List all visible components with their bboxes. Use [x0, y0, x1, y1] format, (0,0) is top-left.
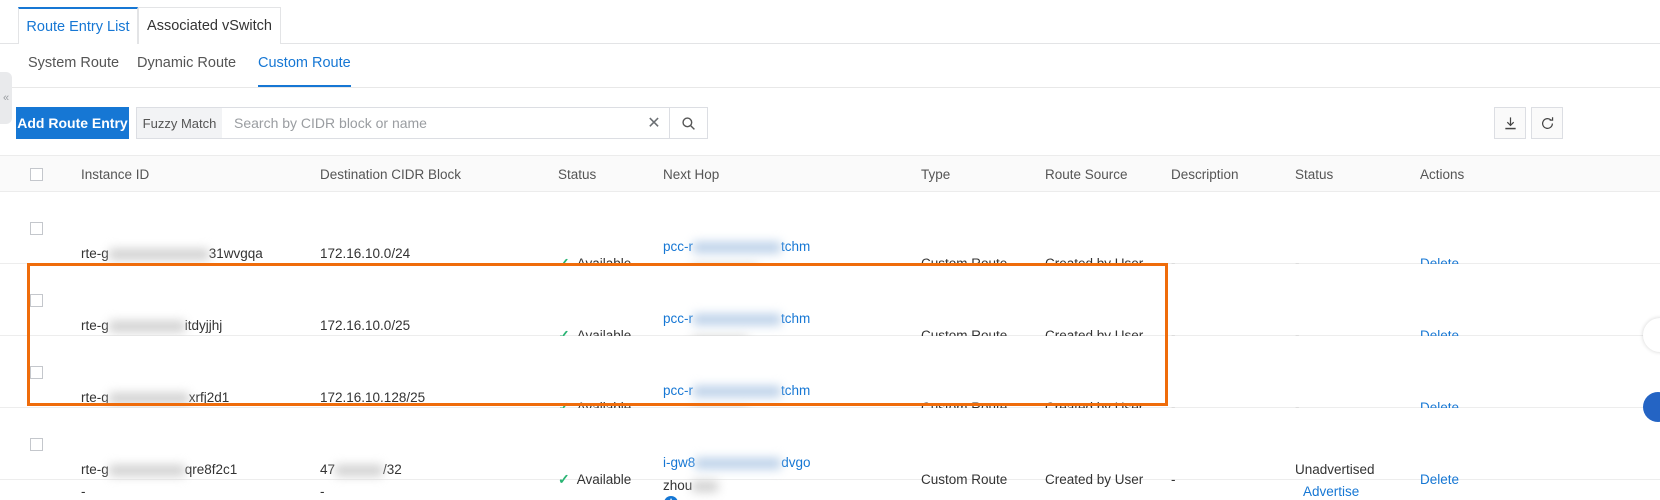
- instance-id-prefix: rte-g: [81, 462, 109, 477]
- next-hop-suffix: tchm: [781, 383, 811, 398]
- next-hop-prefix: pcc-r: [663, 311, 693, 326]
- redacted-text: [108, 464, 185, 476]
- search-box: Fuzzy Match ✕: [136, 107, 708, 139]
- cell-advert-status: Unadvertised: [1295, 462, 1375, 477]
- cell-cidr: 172.16.10.0/25: [320, 318, 411, 333]
- table-row[interactable]: rte-g31wvgqa t 172.16.10.0/24 to ✓ Avail…: [0, 192, 1660, 294]
- advertise-link[interactable]: Advertise: [1303, 483, 1359, 500]
- redacted-text: [108, 392, 189, 404]
- col-type: Type: [921, 167, 951, 182]
- check-icon: ✓: [558, 471, 570, 487]
- cell-route-source: Created by User: [1045, 472, 1144, 487]
- cell-next-hop-link[interactable]: pcc-r tchm: [663, 238, 810, 255]
- table-row[interactable]: rte-gitdyjjhj - 172.16.10.0/25 - ✓ Avail…: [0, 264, 1660, 366]
- table-row[interactable]: rte-g qre8f2c1 - 47/32 - ✓ Available i-gw…: [0, 408, 1660, 500]
- add-route-entry-button[interactable]: Add Route Entry: [16, 107, 129, 139]
- status-text: Available: [576, 472, 632, 487]
- redacted-text: [692, 480, 719, 492]
- col-instance-id: Instance ID: [81, 167, 150, 182]
- col-next-hop: Next Hop: [663, 167, 720, 182]
- select-all-checkbox[interactable]: [30, 168, 43, 181]
- delete-link[interactable]: Delete: [1420, 471, 1459, 488]
- cell-status: ✓ Available: [558, 471, 631, 488]
- next-hop-suffix: tchm: [781, 311, 811, 326]
- col-destination-cidr: Destination CIDR Block: [320, 167, 462, 182]
- redacted-text: [695, 457, 782, 469]
- redacted-text: [335, 464, 384, 476]
- cell-instance-id-line2: -: [81, 484, 86, 499]
- row-checkbox[interactable]: [30, 294, 43, 307]
- subtab-label: System Route: [28, 55, 120, 71]
- next-hop-line2: zhou: [663, 478, 693, 493]
- chevron-left-icon: «: [2, 92, 10, 104]
- sidebar-collapse-handle[interactable]: «: [0, 72, 12, 124]
- clear-icon[interactable]: ✕: [639, 108, 669, 138]
- info-icon[interactable]: i: [664, 496, 678, 500]
- cidr-suffix: /32: [383, 462, 402, 477]
- subtab-system-route[interactable]: System Route: [28, 55, 119, 87]
- next-hop-prefix: i-gw8: [663, 455, 696, 470]
- cell-instance-id: rte-g xrfj2d1: [81, 389, 229, 406]
- instance-id-suffix: itdyjjhj: [184, 318, 223, 333]
- row-checkbox[interactable]: [30, 366, 43, 379]
- cell-next-hop-name: zhou: [663, 477, 719, 494]
- instance-id-suffix: xrfj2d1: [188, 390, 230, 405]
- subtab-dynamic-route[interactable]: Dynamic Route: [137, 55, 236, 87]
- table-toolbar: Add Route Entry Fuzzy Match ✕: [0, 89, 1660, 154]
- tab-label: Route Entry List: [26, 18, 130, 35]
- instance-id-prefix: rte-g: [81, 318, 109, 333]
- fuzzy-match-label: Fuzzy Match: [142, 115, 217, 131]
- subtab-label: Dynamic Route: [137, 55, 237, 71]
- route-table-page: Route Entry List Associated vSwitch Syst…: [0, 0, 1660, 500]
- cell-instance-id: rte-g itdyjjhj: [81, 317, 222, 334]
- next-hop-prefix: pcc-r: [663, 239, 693, 254]
- download-icon[interactable]: [1494, 107, 1526, 139]
- search-icon[interactable]: [669, 108, 707, 138]
- instance-id-suffix: qre8f2c1: [184, 462, 238, 477]
- route-entry-table: Instance ID Destination CIDR Block Statu…: [0, 155, 1660, 500]
- row-checkbox[interactable]: [30, 438, 43, 451]
- redacted-text: [693, 241, 781, 253]
- secondary-tab-bar: System Route Dynamic Route Custom Route: [0, 45, 1660, 88]
- cell-next-hop-link[interactable]: pcc-r tchm: [663, 310, 810, 327]
- tab-route-entry-list[interactable]: Route Entry List: [18, 7, 138, 44]
- primary-tab-bar: Route Entry List Associated vSwitch: [0, 0, 1660, 44]
- next-hop-suffix: dvgo: [781, 455, 811, 470]
- search-input[interactable]: [222, 108, 639, 138]
- redacted-text: [693, 385, 781, 397]
- refresh-icon[interactable]: [1531, 107, 1563, 139]
- col-advert-status: Status: [1295, 167, 1334, 182]
- col-actions: Actions: [1420, 167, 1465, 182]
- cell-cidr: 172.16.10.128/25: [320, 390, 426, 405]
- tab-label: Associated vSwitch: [147, 18, 272, 34]
- redacted-text: [108, 248, 209, 260]
- redacted-text: [108, 320, 185, 332]
- subtab-custom-route[interactable]: Custom Route: [258, 55, 351, 87]
- next-hop-prefix: pcc-r: [663, 383, 693, 398]
- instance-id-prefix: rte-g: [81, 390, 109, 405]
- subtab-label: Custom Route: [258, 55, 351, 71]
- cell-instance-id: rte-g 31wvgqa: [81, 245, 263, 262]
- cell-next-hop-link[interactable]: i-gw8 dvgo: [663, 454, 811, 471]
- cell-type: Custom Route: [921, 472, 1008, 487]
- cell-next-hop-link[interactable]: pcc-r tchm: [663, 382, 810, 399]
- cidr-prefix: 47: [320, 462, 336, 477]
- col-route-source: Route Source: [1045, 167, 1128, 182]
- fuzzy-match-selector[interactable]: Fuzzy Match: [137, 108, 222, 138]
- row-checkbox[interactable]: [30, 222, 43, 235]
- next-hop-suffix: tchm: [781, 239, 811, 254]
- cell-cidr-line2: -: [320, 484, 325, 499]
- cell-cidr: 47/32: [320, 461, 402, 478]
- col-status: Status: [558, 167, 597, 182]
- instance-id-prefix: rte-g: [81, 246, 109, 261]
- tab-associated-vswitch[interactable]: Associated vSwitch: [138, 7, 281, 44]
- table-row[interactable]: rte-gxrfj2d1 - 172.16.10.128/25 - ✓ Avai…: [0, 336, 1660, 438]
- redacted-text: [693, 313, 781, 325]
- cell-description: -: [1171, 472, 1176, 487]
- col-description: Description: [1171, 167, 1239, 182]
- cell-cidr: 172.16.10.0/24: [320, 246, 411, 261]
- instance-id-suffix: 31wvgqa: [208, 246, 263, 261]
- table-header-row: Instance ID Destination CIDR Block Statu…: [0, 155, 1660, 192]
- cell-instance-id: rte-g qre8f2c1: [81, 461, 237, 478]
